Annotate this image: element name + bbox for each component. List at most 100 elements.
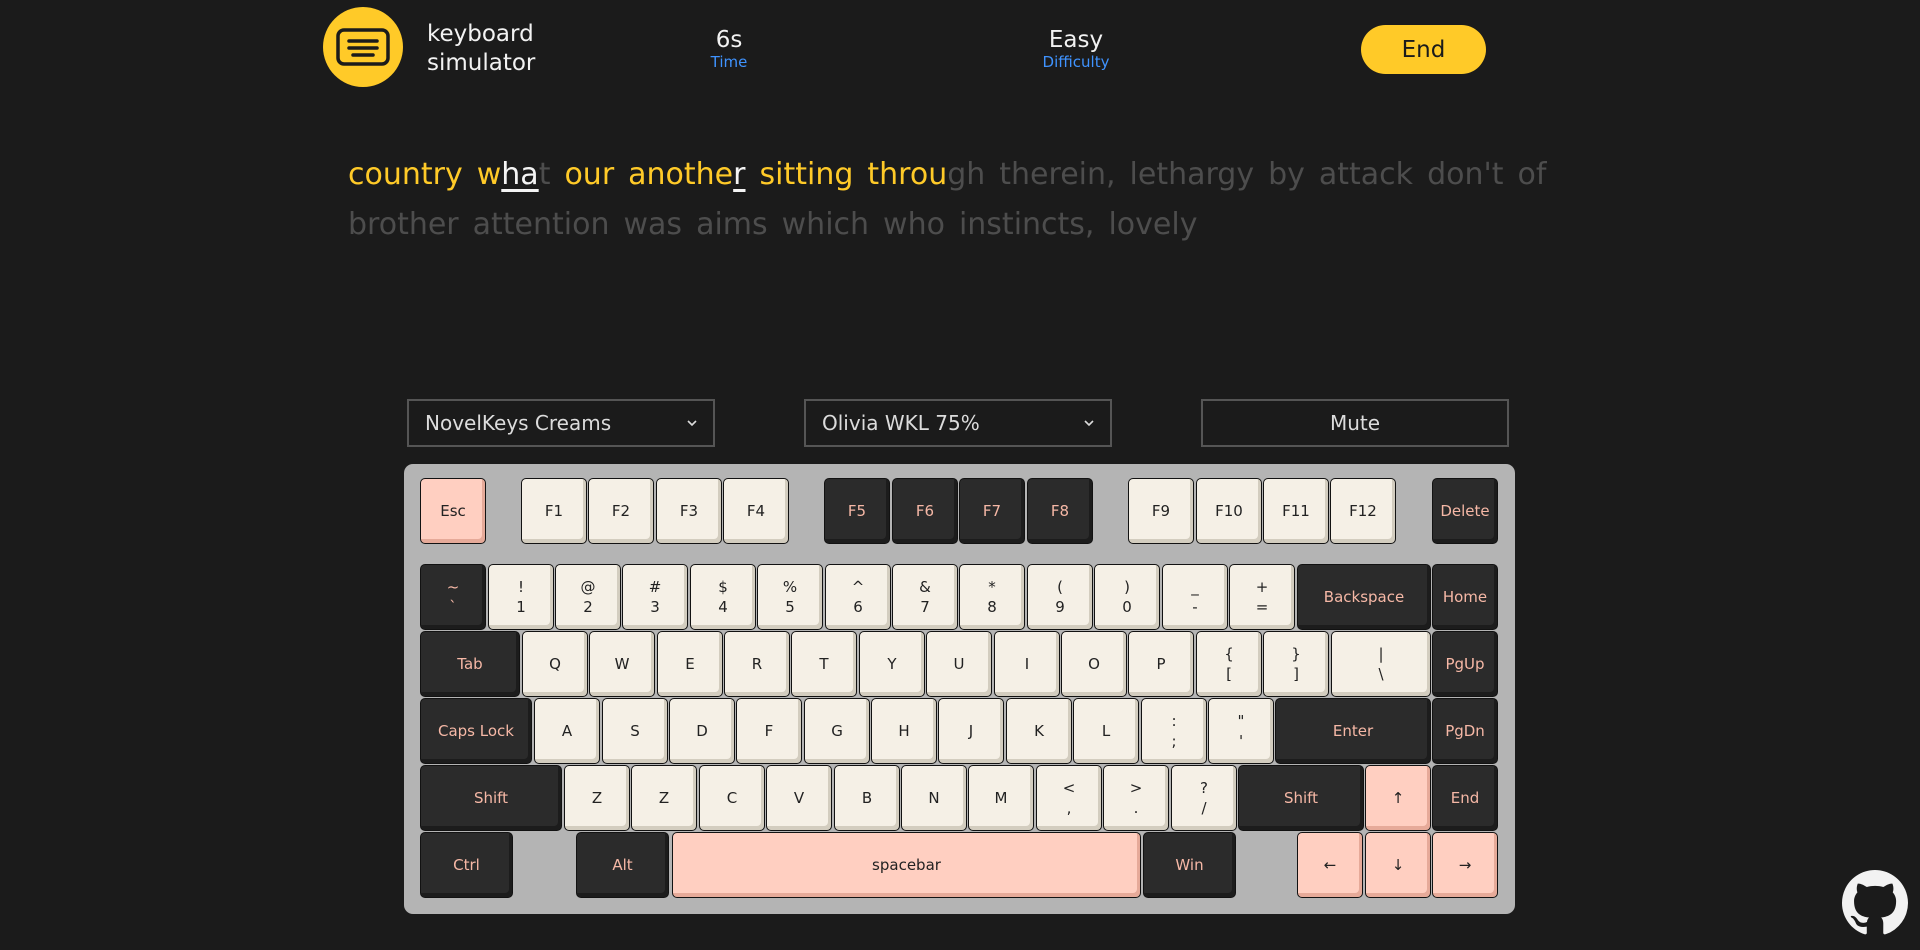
key-f7[interactable]: F7 (959, 478, 1025, 544)
key-f4[interactable]: F4 (723, 478, 789, 544)
key-sublabel: 6 (853, 598, 863, 616)
passage-word: our (564, 150, 614, 200)
key-j[interactable]: J (938, 698, 1004, 764)
key-f12[interactable]: F12 (1330, 478, 1396, 544)
typed-text: anothe (628, 157, 734, 192)
key-7[interactable]: & 7 (892, 564, 958, 630)
key-u[interactable]: U (926, 631, 992, 697)
key-s[interactable]: S (602, 698, 668, 764)
key-v[interactable]: V (766, 765, 832, 831)
key-g[interactable]: G (804, 698, 870, 764)
key-k[interactable]: K (1006, 698, 1072, 764)
key-2[interactable]: @2 (555, 564, 621, 630)
keyboard-icon (336, 28, 390, 66)
key-d[interactable]: D (669, 698, 735, 764)
key-spacebar[interactable]: spacebar (672, 832, 1141, 898)
key-win[interactable]: Win (1143, 832, 1236, 898)
end-button[interactable]: End (1361, 25, 1486, 74)
key[interactable]: → (1432, 832, 1498, 898)
key-f2[interactable]: F2 (588, 478, 654, 544)
key-pgup[interactable]: PgUp (1432, 631, 1498, 697)
github-icon[interactable] (1842, 870, 1908, 936)
switch-select[interactable]: NovelKeys Creams (407, 399, 715, 447)
key-w[interactable]: W (589, 631, 655, 697)
pending-text: by (1268, 157, 1305, 192)
key-label: ) (1124, 578, 1130, 596)
key-p[interactable]: P (1128, 631, 1194, 697)
key-0[interactable]: ) 0 (1094, 564, 1160, 630)
key-6[interactable]: ^ 6 (825, 564, 891, 630)
key[interactable]: {[ (1196, 631, 1262, 697)
key[interactable]: <, (1036, 765, 1102, 831)
key-sublabel: = (1255, 598, 1269, 616)
key-8[interactable]: * 8 (959, 564, 1025, 630)
key-home[interactable]: Home (1432, 564, 1498, 630)
key[interactable]: :; (1141, 698, 1207, 764)
key-f8[interactable]: F8 (1027, 478, 1093, 544)
key-t[interactable]: T (791, 631, 857, 697)
key-label: → (1458, 856, 1472, 874)
key-delete[interactable]: Delete (1432, 478, 1498, 544)
key-9[interactable]: (9 (1027, 564, 1093, 630)
key-backspace[interactable]: Backspace (1297, 564, 1431, 630)
key-shift[interactable]: Shift (420, 765, 562, 831)
key-n[interactable]: N (901, 765, 967, 831)
key-4[interactable]: $4 (690, 564, 756, 630)
pending-text: t (538, 157, 551, 192)
key-5[interactable]: % 5 (757, 564, 823, 630)
key-enter[interactable]: Enter (1275, 698, 1431, 764)
key-r[interactable]: R (724, 631, 790, 697)
key-label: N (928, 789, 940, 807)
key-f[interactable]: F (736, 698, 802, 764)
key[interactable]: ↑ (1365, 765, 1431, 831)
key-f1[interactable]: F1 (521, 478, 587, 544)
key[interactable]: _ - (1162, 564, 1228, 630)
key-b[interactable]: B (834, 765, 900, 831)
key[interactable]: ← (1297, 832, 1363, 898)
key-f10[interactable]: F10 (1196, 478, 1262, 544)
key-f11[interactable]: F11 (1263, 478, 1329, 544)
key-o[interactable]: O (1061, 631, 1127, 697)
key-esc[interactable]: Esc (420, 478, 486, 544)
key[interactable]: ↓ (1365, 832, 1431, 898)
key[interactable]: | \ (1331, 631, 1431, 697)
key-ctrl[interactable]: Ctrl (420, 832, 513, 898)
typed-text: throu (867, 157, 948, 192)
key-l[interactable]: L (1073, 698, 1139, 764)
key-y[interactable]: Y (859, 631, 925, 697)
key-a[interactable]: A (534, 698, 600, 764)
keyboard-select-value: Olivia WKL 75% (822, 411, 980, 435)
key-q[interactable]: Q (522, 631, 588, 697)
key-z[interactable]: Z (631, 765, 697, 831)
key-label: F6 (915, 502, 935, 520)
key-tab[interactable]: Tab (420, 631, 520, 697)
key-h[interactable]: H (871, 698, 937, 764)
key-f5[interactable]: F5 (824, 478, 890, 544)
key-f9[interactable]: F9 (1128, 478, 1194, 544)
key[interactable]: + = (1229, 564, 1295, 630)
key-caps-lock[interactable]: Caps Lock (420, 698, 532, 764)
key-1[interactable]: ! 1 (488, 564, 554, 630)
key-alt[interactable]: Alt (576, 832, 669, 898)
key-pgdn[interactable]: PgDn (1432, 698, 1498, 764)
key-m[interactable]: M (968, 765, 1034, 831)
key-f6[interactable]: F6 (892, 478, 958, 544)
key[interactable]: ? / (1171, 765, 1237, 831)
key-3[interactable]: #3 (622, 564, 688, 630)
key-e[interactable]: E (657, 631, 723, 697)
typed-text: sitting (759, 157, 854, 192)
key-shift[interactable]: Shift (1238, 765, 1364, 831)
key-f3[interactable]: F3 (656, 478, 722, 544)
key-sublabel: 5 (785, 598, 795, 616)
key-end[interactable]: End (1432, 765, 1498, 831)
key[interactable]: " ' (1208, 698, 1274, 764)
key-i[interactable]: I (994, 631, 1060, 697)
key[interactable]: ~ ` (420, 564, 486, 630)
mute-button[interactable]: Mute (1201, 399, 1509, 447)
key[interactable]: >. (1103, 765, 1169, 831)
keyboard-select[interactable]: Olivia WKL 75% (804, 399, 1112, 447)
key-c[interactable]: C (699, 765, 765, 831)
key[interactable]: }] (1263, 631, 1329, 697)
time-label: Time (710, 53, 748, 71)
key-z[interactable]: Z (564, 765, 630, 831)
